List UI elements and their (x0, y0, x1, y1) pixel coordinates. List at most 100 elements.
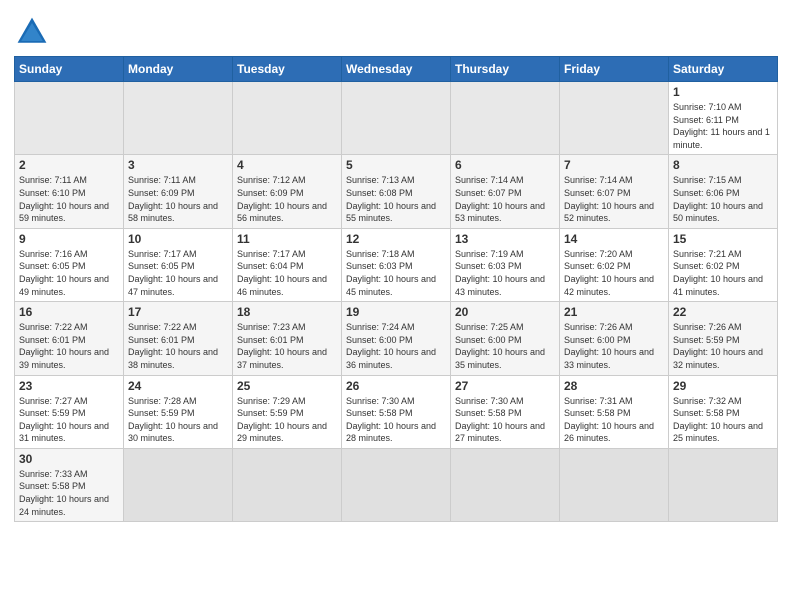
day-info: Sunrise: 7:20 AM Sunset: 6:02 PM Dayligh… (564, 248, 664, 298)
calendar-cell (560, 82, 669, 155)
day-info: Sunrise: 7:23 AM Sunset: 6:01 PM Dayligh… (237, 321, 337, 371)
day-number: 20 (455, 305, 555, 319)
calendar-cell (451, 448, 560, 521)
day-info: Sunrise: 7:30 AM Sunset: 5:58 PM Dayligh… (346, 395, 446, 445)
calendar-cell (233, 448, 342, 521)
day-info: Sunrise: 7:15 AM Sunset: 6:06 PM Dayligh… (673, 174, 773, 224)
day-number: 5 (346, 158, 446, 172)
weekday-header-friday: Friday (560, 57, 669, 82)
day-info: Sunrise: 7:21 AM Sunset: 6:02 PM Dayligh… (673, 248, 773, 298)
day-number: 27 (455, 379, 555, 393)
header (14, 10, 778, 50)
calendar-cell (560, 448, 669, 521)
weekday-header-wednesday: Wednesday (342, 57, 451, 82)
day-number: 29 (673, 379, 773, 393)
calendar-cell (342, 448, 451, 521)
calendar-week-3: 16 Sunrise: 7:22 AM Sunset: 6:01 PM Dayli… (15, 302, 778, 375)
day-info: Sunrise: 7:18 AM Sunset: 6:03 PM Dayligh… (346, 248, 446, 298)
day-number: 2 (19, 158, 119, 172)
calendar-week-4: 23 Sunrise: 7:27 AM Sunset: 5:59 PM Dayli… (15, 375, 778, 448)
day-info: Sunrise: 7:22 AM Sunset: 6:01 PM Dayligh… (19, 321, 119, 371)
calendar-cell: 14 Sunrise: 7:20 AM Sunset: 6:02 PM Dayli… (560, 228, 669, 301)
calendar-cell: 7Sunrise: 7:14 AM Sunset: 6:07 PM Daylig… (560, 155, 669, 228)
logo-icon (14, 14, 50, 50)
day-number: 28 (564, 379, 664, 393)
calendar-cell: 8Sunrise: 7:15 AM Sunset: 6:06 PM Daylig… (669, 155, 778, 228)
calendar-cell: 6 Sunrise: 7:14 AM Sunset: 6:07 PM Daylig… (451, 155, 560, 228)
calendar-cell: 28 Sunrise: 7:31 AM Sunset: 5:58 PM Dayli… (560, 375, 669, 448)
day-info: Sunrise: 7:17 AM Sunset: 6:04 PM Dayligh… (237, 248, 337, 298)
weekday-header-monday: Monday (124, 57, 233, 82)
weekday-header-row: SundayMondayTuesdayWednesdayThursdayFrid… (15, 57, 778, 82)
calendar-cell: 3Sunrise: 7:11 AM Sunset: 6:09 PM Daylig… (124, 155, 233, 228)
calendar-cell: 30Sunrise: 7:33 AM Sunset: 5:58 PM Dayli… (15, 448, 124, 521)
calendar-cell: 9 Sunrise: 7:16 AM Sunset: 6:05 PM Daylig… (15, 228, 124, 301)
calendar-cell (342, 82, 451, 155)
day-number: 14 (564, 232, 664, 246)
calendar-cell: 27 Sunrise: 7:30 AM Sunset: 5:58 PM Dayli… (451, 375, 560, 448)
day-number: 24 (128, 379, 228, 393)
day-info: Sunrise: 7:26 AM Sunset: 6:00 PM Dayligh… (564, 321, 664, 371)
weekday-header-tuesday: Tuesday (233, 57, 342, 82)
day-info: Sunrise: 7:22 AM Sunset: 6:01 PM Dayligh… (128, 321, 228, 371)
calendar-cell: 23 Sunrise: 7:27 AM Sunset: 5:59 PM Dayli… (15, 375, 124, 448)
day-info: Sunrise: 7:10 AM Sunset: 6:11 PM Dayligh… (673, 101, 773, 151)
day-number: 4 (237, 158, 337, 172)
day-info: Sunrise: 7:11 AM Sunset: 6:10 PM Dayligh… (19, 174, 119, 224)
calendar-cell: 24 Sunrise: 7:28 AM Sunset: 5:59 PM Dayli… (124, 375, 233, 448)
day-number: 15 (673, 232, 773, 246)
day-info: Sunrise: 7:26 AM Sunset: 5:59 PM Dayligh… (673, 321, 773, 371)
day-info: Sunrise: 7:27 AM Sunset: 5:59 PM Dayligh… (19, 395, 119, 445)
calendar-cell: 2 Sunrise: 7:11 AM Sunset: 6:10 PM Daylig… (15, 155, 124, 228)
day-info: Sunrise: 7:29 AM Sunset: 5:59 PM Dayligh… (237, 395, 337, 445)
day-info: Sunrise: 7:28 AM Sunset: 5:59 PM Dayligh… (128, 395, 228, 445)
calendar-week-0: 1 Sunrise: 7:10 AM Sunset: 6:11 PM Daylig… (15, 82, 778, 155)
calendar-cell: 26 Sunrise: 7:30 AM Sunset: 5:58 PM Dayli… (342, 375, 451, 448)
logo (14, 10, 56, 50)
calendar-cell: 19 Sunrise: 7:24 AM Sunset: 6:00 PM Dayli… (342, 302, 451, 375)
calendar: SundayMondayTuesdayWednesdayThursdayFrid… (14, 56, 778, 522)
day-number: 23 (19, 379, 119, 393)
day-number: 10 (128, 232, 228, 246)
day-info: Sunrise: 7:12 AM Sunset: 6:09 PM Dayligh… (237, 174, 337, 224)
calendar-cell: 18Sunrise: 7:23 AM Sunset: 6:01 PM Dayli… (233, 302, 342, 375)
day-number: 13 (455, 232, 555, 246)
day-number: 1 (673, 85, 773, 99)
calendar-week-5: 30Sunrise: 7:33 AM Sunset: 5:58 PM Dayli… (15, 448, 778, 521)
day-info: Sunrise: 7:30 AM Sunset: 5:58 PM Dayligh… (455, 395, 555, 445)
day-number: 30 (19, 452, 119, 466)
day-number: 17 (128, 305, 228, 319)
calendar-week-2: 9 Sunrise: 7:16 AM Sunset: 6:05 PM Daylig… (15, 228, 778, 301)
day-info: Sunrise: 7:16 AM Sunset: 6:05 PM Dayligh… (19, 248, 119, 298)
calendar-cell: 25 Sunrise: 7:29 AM Sunset: 5:59 PM Dayli… (233, 375, 342, 448)
calendar-cell: 13 Sunrise: 7:19 AM Sunset: 6:03 PM Dayli… (451, 228, 560, 301)
calendar-cell: 16 Sunrise: 7:22 AM Sunset: 6:01 PM Dayli… (15, 302, 124, 375)
weekday-header-saturday: Saturday (669, 57, 778, 82)
day-number: 11 (237, 232, 337, 246)
calendar-cell: 12Sunrise: 7:18 AM Sunset: 6:03 PM Dayli… (342, 228, 451, 301)
day-info: Sunrise: 7:17 AM Sunset: 6:05 PM Dayligh… (128, 248, 228, 298)
calendar-cell (233, 82, 342, 155)
calendar-cell: 20Sunrise: 7:25 AM Sunset: 6:00 PM Dayli… (451, 302, 560, 375)
calendar-cell: 5Sunrise: 7:13 AM Sunset: 6:08 PM Daylig… (342, 155, 451, 228)
day-number: 16 (19, 305, 119, 319)
day-number: 26 (346, 379, 446, 393)
day-number: 9 (19, 232, 119, 246)
calendar-cell (15, 82, 124, 155)
day-number: 7 (564, 158, 664, 172)
page: SundayMondayTuesdayWednesdayThursdayFrid… (0, 0, 792, 612)
day-info: Sunrise: 7:19 AM Sunset: 6:03 PM Dayligh… (455, 248, 555, 298)
day-number: 19 (346, 305, 446, 319)
calendar-cell: 10 Sunrise: 7:17 AM Sunset: 6:05 PM Dayli… (124, 228, 233, 301)
calendar-cell: 17 Sunrise: 7:22 AM Sunset: 6:01 PM Dayli… (124, 302, 233, 375)
calendar-cell: 4 Sunrise: 7:12 AM Sunset: 6:09 PM Daylig… (233, 155, 342, 228)
calendar-cell (124, 82, 233, 155)
day-info: Sunrise: 7:24 AM Sunset: 6:00 PM Dayligh… (346, 321, 446, 371)
calendar-cell: 15 Sunrise: 7:21 AM Sunset: 6:02 PM Dayli… (669, 228, 778, 301)
day-info: Sunrise: 7:14 AM Sunset: 6:07 PM Dayligh… (455, 174, 555, 224)
day-number: 6 (455, 158, 555, 172)
day-info: Sunrise: 7:31 AM Sunset: 5:58 PM Dayligh… (564, 395, 664, 445)
calendar-cell: 1 Sunrise: 7:10 AM Sunset: 6:11 PM Daylig… (669, 82, 778, 155)
weekday-header-sunday: Sunday (15, 57, 124, 82)
day-number: 25 (237, 379, 337, 393)
